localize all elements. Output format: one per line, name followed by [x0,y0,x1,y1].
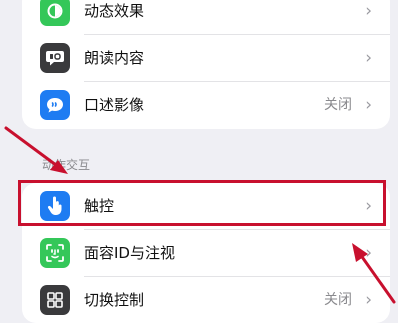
settings-group-physical-motor: 触控 › 面容ID与注视 › 切换控制 关闭 › [22,183,390,323]
section-header: 动作交互 [42,158,91,172]
settings-row-value: 关闭 [324,97,352,113]
settings-row-label: 切换控制 [84,291,145,309]
chevron-right-icon: › [365,1,372,21]
speech-bubble-icon [40,43,70,73]
motion-icon [40,0,70,26]
settings-row-label: 触控 [84,197,115,215]
settings-row-face-id-attention[interactable]: 面容ID与注视 › [22,230,390,276]
settings-row-switch-control[interactable]: 切换控制 关闭 › [22,277,390,323]
settings-row-value: 关闭 [324,292,352,308]
settings-row-motion[interactable]: 动态效果 › [22,0,390,34]
switch-control-icon [40,285,70,315]
settings-row-label: 面容ID与注视 [84,244,175,262]
chevron-right-icon: › [365,290,372,310]
settings-row-label: 动态效果 [84,2,145,20]
audio-description-icon [40,90,70,120]
touch-hand-icon [40,191,70,221]
settings-row-spoken-content[interactable]: 朗读内容 › [22,35,390,81]
settings-row-label: 朗读内容 [84,49,145,67]
chevron-right-icon: › [365,196,372,216]
settings-row-touch[interactable]: 触控 › [22,183,390,229]
face-id-icon [40,238,70,268]
chevron-right-icon: › [365,48,372,68]
settings-row-audio-descriptions[interactable]: 口述影像 关闭 › [22,82,390,128]
chevron-right-icon: › [365,243,372,263]
settings-group-vision: 动态效果 › 朗读内容 › 口述影像 关闭 › [22,0,390,129]
chevron-right-icon: › [365,95,372,115]
settings-row-label: 口述影像 [84,96,145,114]
